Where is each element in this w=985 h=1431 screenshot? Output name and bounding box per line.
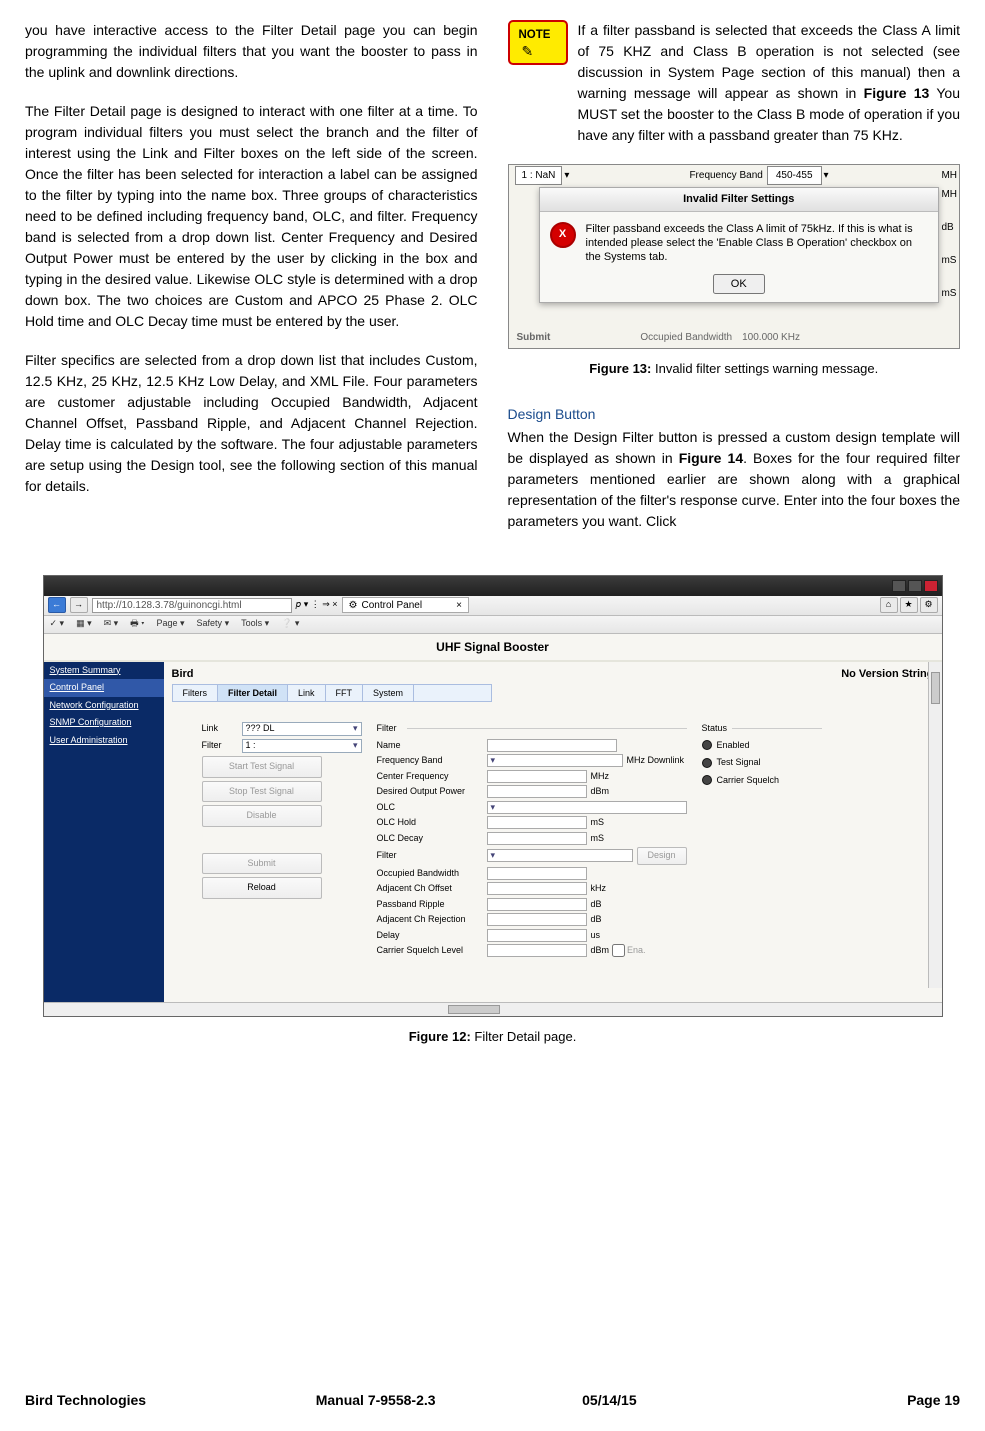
- status-dot: [702, 775, 712, 785]
- content-tabs: Filters Filter Detail Link FFT System: [172, 684, 492, 702]
- footer-manual: Manual 7-9558-2.3: [259, 1390, 493, 1411]
- browser-back-button[interactable]: ←: [48, 597, 66, 613]
- filter-fieldset-header: Filter: [377, 722, 687, 736]
- tab-system[interactable]: System: [363, 685, 414, 701]
- toolbar-page-menu[interactable]: Page: [156, 617, 184, 631]
- freq-band-select[interactable]: [487, 754, 623, 767]
- figure-13: 1 : NaN ▾ Frequency Band 450-455 ▾ MH MH…: [508, 164, 961, 379]
- reload-button[interactable]: Reload: [202, 877, 322, 899]
- note-text: If a filter passband is selected that ex…: [578, 20, 961, 146]
- version-string: No Version String: [841, 666, 933, 683]
- submit-button-bg: Submit: [517, 330, 551, 345]
- link-label: Link: [202, 722, 242, 736]
- delay-input[interactable]: [487, 929, 587, 942]
- disable-button[interactable]: Disable: [202, 805, 322, 827]
- home-icon: ⚙: [349, 598, 358, 613]
- design-button-body: When the Design Filter button is pressed…: [508, 427, 961, 532]
- brand-label: Bird: [172, 666, 194, 683]
- design-button[interactable]: Design: [637, 847, 687, 865]
- status-enabled: Enabled: [702, 739, 822, 753]
- browser-address-bar: ← → http://10.128.3.78/guinoncgi.html 𝘱 …: [44, 596, 942, 616]
- browser-forward-button[interactable]: →: [70, 597, 88, 613]
- body-paragraph-2: The Filter Detail page is designed to in…: [25, 101, 478, 332]
- status-dot: [702, 740, 712, 750]
- name-input[interactable]: [487, 739, 617, 752]
- tab-link[interactable]: Link: [288, 685, 326, 701]
- status-test-signal: Test Signal: [702, 756, 822, 770]
- window-maximize-button[interactable]: [908, 580, 922, 592]
- tab-filter-detail[interactable]: Filter Detail: [218, 685, 288, 701]
- dialog-message: Filter passband exceeds the Class A limi…: [586, 222, 929, 265]
- dialog-ok-button[interactable]: OK: [713, 274, 765, 294]
- horizontal-scrollbar[interactable]: [44, 1002, 942, 1016]
- filter-select[interactable]: 1 : NaN: [515, 166, 563, 185]
- invalid-filter-dialog: Invalid Filter Settings X Filter passban…: [539, 187, 940, 303]
- browser-favorites-button[interactable]: ★: [900, 597, 918, 613]
- browser-home-button[interactable]: ⌂: [880, 597, 898, 613]
- window-titlebar: [44, 576, 942, 596]
- olc-decay-input[interactable]: [487, 832, 587, 845]
- status-dot: [702, 758, 712, 768]
- nav-system-summary[interactable]: System Summary: [44, 662, 164, 680]
- filter-label: Filter: [202, 739, 242, 753]
- footer-brand: Bird Technologies: [25, 1390, 259, 1411]
- output-power-input[interactable]: [487, 785, 587, 798]
- olc-hold-input[interactable]: [487, 816, 587, 829]
- figure-12-caption: Figure 12: Filter Detail page.: [25, 1027, 960, 1047]
- url-field[interactable]: http://10.128.3.78/guinoncgi.html: [92, 598, 292, 613]
- dialog-title: Invalid Filter Settings: [540, 188, 939, 212]
- adj-ch-offset-input[interactable]: [487, 882, 587, 895]
- browser-tab[interactable]: ⚙ Control Panel ×: [342, 597, 469, 613]
- center-freq-input[interactable]: [487, 770, 587, 783]
- stop-test-signal-button[interactable]: Stop Test Signal: [202, 781, 322, 803]
- status-fieldset-header: Status: [702, 722, 822, 736]
- status-carrier-squelch: Carrier Squelch: [702, 774, 822, 788]
- ena-checkbox[interactable]: [612, 944, 625, 957]
- freq-band-label: Frequency Band: [689, 168, 762, 183]
- app-title: UHF Signal Booster: [44, 634, 942, 662]
- window-close-button[interactable]: [924, 580, 938, 592]
- browser-toolbar: ✓ ▾ ▦ ▾ ✉ ▾ 🖶 ▾ Page Safety Tools ❔ ▾: [44, 616, 942, 634]
- left-nav: System Summary Control Panel Network Con…: [44, 662, 164, 1002]
- nav-control-panel[interactable]: Control Panel: [44, 679, 164, 697]
- toolbar-tools-menu[interactable]: Tools: [241, 617, 269, 631]
- occupied-bw-input[interactable]: [487, 867, 587, 880]
- filter-type-select[interactable]: [487, 849, 633, 862]
- adj-ch-rejection-input[interactable]: [487, 913, 587, 926]
- olc-select[interactable]: [487, 801, 687, 814]
- error-icon: X: [550, 222, 576, 248]
- toolbar-icon[interactable]: ✉ ▾: [104, 617, 119, 631]
- vertical-scrollbar[interactable]: [928, 662, 942, 988]
- submit-button[interactable]: Submit: [202, 853, 322, 875]
- toolbar-safety-menu[interactable]: Safety: [197, 617, 230, 631]
- toolbar-icon[interactable]: ▦ ▾: [76, 617, 92, 631]
- design-button-heading: Design Button: [508, 404, 961, 425]
- body-paragraph-1: you have interactive access to the Filte…: [25, 20, 478, 83]
- note-icon: [508, 20, 568, 65]
- nav-network-config[interactable]: Network Configuration: [44, 697, 164, 715]
- figure-13-caption: Figure 13: Invalid filter settings warni…: [508, 359, 961, 379]
- nav-user-admin[interactable]: User Administration: [44, 732, 164, 750]
- carrier-squelch-input[interactable]: [487, 944, 587, 957]
- footer-page: Page 19: [726, 1390, 960, 1411]
- link-select[interactable]: ??? DL: [242, 722, 362, 736]
- tab-filters[interactable]: Filters: [173, 685, 219, 701]
- footer-date: 05/14/15: [493, 1390, 727, 1411]
- figure-12: ← → http://10.128.3.78/guinoncgi.html 𝘱 …: [25, 575, 960, 1047]
- toolbar-help-icon[interactable]: ❔ ▾: [281, 617, 299, 631]
- body-paragraph-3: Filter specifics are selected from a dro…: [25, 350, 478, 497]
- page-footer: Bird Technologies Manual 7-9558-2.3 05/1…: [25, 1390, 960, 1411]
- toolbar-icon[interactable]: 🖶 ▾: [130, 617, 144, 631]
- toolbar-icon[interactable]: ✓ ▾: [50, 617, 65, 631]
- note-block: If a filter passband is selected that ex…: [508, 20, 961, 146]
- window-minimize-button[interactable]: [892, 580, 906, 592]
- browser-tools-button[interactable]: ⚙: [920, 597, 938, 613]
- passband-ripple-input[interactable]: [487, 898, 587, 911]
- freq-band-select[interactable]: 450-455: [767, 166, 822, 185]
- filter-select[interactable]: 1 :: [242, 739, 362, 753]
- start-test-signal-button[interactable]: Start Test Signal: [202, 756, 322, 778]
- tab-fft[interactable]: FFT: [326, 685, 364, 701]
- nav-snmp-config[interactable]: SNMP Configuration: [44, 714, 164, 732]
